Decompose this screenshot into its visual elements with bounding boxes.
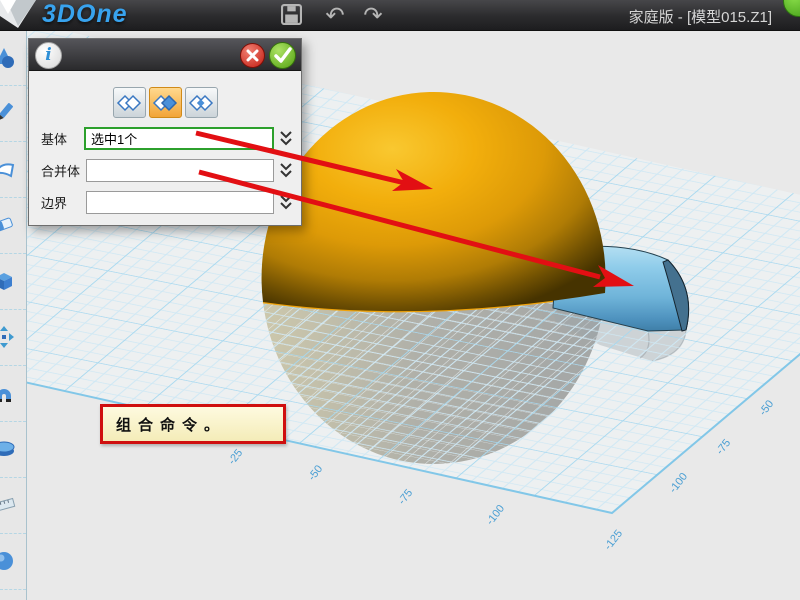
tool-sidebar xyxy=(0,30,27,600)
base-body-label: 基体 xyxy=(41,129,84,148)
sidebar-tool-ruler[interactable] xyxy=(0,478,26,534)
axis-label: -100 xyxy=(484,503,507,528)
axis-label: -75 xyxy=(396,487,415,507)
field-row-merge-body: 合并体 xyxy=(41,159,293,182)
window-title: 家庭版 - [模型015.Z1] xyxy=(629,6,772,27)
close-icon xyxy=(241,44,264,67)
sidebar-tool-surface[interactable] xyxy=(0,142,26,198)
cube-icon xyxy=(0,268,16,294)
sketch-pencil-icon xyxy=(0,100,16,126)
app-logo-shield-icon xyxy=(0,0,38,30)
boundary-label: 边界 xyxy=(41,193,86,212)
sidebar-tool-eraser[interactable] xyxy=(0,198,26,254)
magnet-icon xyxy=(0,380,16,406)
sphere-icon xyxy=(0,548,16,574)
move-arrows-icon xyxy=(0,324,16,350)
app-logo-text: 3DOne xyxy=(42,0,128,29)
sidebar-tool-sketch[interactable] xyxy=(0,86,26,142)
cancel-button[interactable] xyxy=(240,43,265,68)
info-icon-glyph: i xyxy=(45,45,51,65)
sidebar-tool-cube[interactable] xyxy=(0,254,26,310)
ruler-icon xyxy=(0,492,16,518)
sidebar-tool-disc[interactable] xyxy=(0,422,26,478)
command-tooltip-text: 组合命令。 xyxy=(116,414,226,435)
3done-app-window: -25 -50 -75 -100 -125 -50 -75 -100 组合命令。 xyxy=(0,0,800,600)
op-subtract-button[interactable] xyxy=(149,87,182,118)
save-icon xyxy=(281,4,302,25)
info-icon[interactable]: i xyxy=(35,42,62,69)
field-row-boundary: 边界 xyxy=(41,191,293,214)
field-row-base-body: 基体 xyxy=(41,127,293,150)
op-intersect-button[interactable] xyxy=(185,87,218,118)
axis-label: -125 xyxy=(602,528,625,553)
base-body-input[interactable] xyxy=(84,127,274,150)
redo-button[interactable]: ↷ xyxy=(360,3,386,27)
surface-icon xyxy=(0,156,16,182)
combine-command-dialog: i xyxy=(28,38,302,226)
axis-label: -50 xyxy=(306,463,325,483)
sidebar-tool-magnet[interactable] xyxy=(0,366,26,422)
app-titlebar: 3DOne ↶ ↷ 家庭版 - [模型015.Z1] xyxy=(0,0,800,31)
solids-icon xyxy=(0,44,16,70)
check-icon xyxy=(270,43,295,68)
base-body-expand-chevron[interactable] xyxy=(279,130,293,147)
sidebar-tool-move[interactable] xyxy=(0,310,26,366)
double-chevron-down-icon xyxy=(279,162,293,179)
sidebar-tool-solids[interactable] xyxy=(0,30,26,86)
double-chevron-down-icon xyxy=(279,130,293,147)
merge-body-label: 合并体 xyxy=(41,161,86,180)
subtract-icon xyxy=(152,93,178,113)
op-union-button[interactable] xyxy=(113,87,146,118)
boolean-operation-toolbar xyxy=(29,87,301,118)
undo-button[interactable]: ↶ xyxy=(322,3,348,27)
disc-icon xyxy=(0,436,16,462)
double-chevron-down-icon xyxy=(279,194,293,211)
axis-label: -100 xyxy=(667,471,690,496)
confirm-button[interactable] xyxy=(269,42,296,69)
boundary-input[interactable] xyxy=(86,191,274,214)
sidebar-tool-sphere[interactable] xyxy=(0,534,26,590)
save-button[interactable] xyxy=(278,4,304,28)
axis-label: -75 xyxy=(714,437,733,457)
axis-label: -50 xyxy=(757,398,776,418)
boundary-expand-chevron[interactable] xyxy=(279,194,293,211)
intersect-icon xyxy=(188,93,214,113)
axis-label: -25 xyxy=(226,447,245,467)
eraser-icon xyxy=(0,212,16,238)
merge-body-expand-chevron[interactable] xyxy=(279,162,293,179)
command-tooltip: 组合命令。 xyxy=(100,404,286,444)
union-icon xyxy=(116,93,142,113)
merge-body-input[interactable] xyxy=(86,159,274,182)
dialog-titlebar: i xyxy=(29,39,301,71)
assistant-orb-button[interactable] xyxy=(783,0,800,17)
